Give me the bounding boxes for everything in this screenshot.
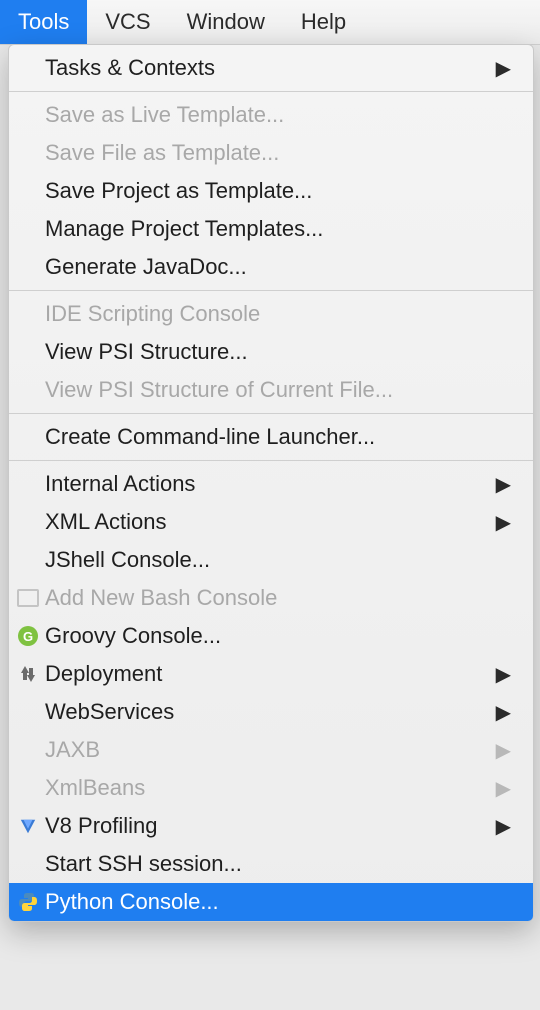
menubar-tools[interactable]: Tools <box>0 0 87 44</box>
menubar-window[interactable]: Window <box>169 0 283 44</box>
menu-create-cli-launcher-label: Create Command-line Launcher... <box>45 424 511 450</box>
submenu-arrow-icon: ▶ <box>496 472 511 497</box>
menubar-help[interactable]: Help <box>283 0 364 44</box>
deployment-icon <box>17 663 39 685</box>
menu-save-live-template: Save as Live Template... <box>9 96 533 134</box>
submenu-arrow-icon: ▶ <box>496 700 511 725</box>
menu-jaxb: JAXB ▶ <box>9 731 533 769</box>
menu-start-ssh[interactable]: Start SSH session... <box>9 845 533 883</box>
menu-webservices-label: WebServices <box>45 699 486 725</box>
menu-ide-scripting-console: IDE Scripting Console <box>9 295 533 333</box>
menu-tasks-contexts-label: Tasks & Contexts <box>45 55 486 81</box>
menu-separator <box>9 460 533 461</box>
menu-add-bash-console-label: Add New Bash Console <box>45 585 511 611</box>
submenu-arrow-icon: ▶ <box>496 56 511 81</box>
menu-internal-actions-label: Internal Actions <box>45 471 486 497</box>
menu-python-console-label: Python Console... <box>45 889 511 915</box>
menu-generate-javadoc-label: Generate JavaDoc... <box>45 254 511 280</box>
menu-xmlbeans: XmlBeans ▶ <box>9 769 533 807</box>
menu-v8-profiling-label: V8 Profiling <box>45 813 486 839</box>
menu-separator <box>9 290 533 291</box>
submenu-arrow-icon: ▶ <box>496 662 511 687</box>
submenu-arrow-icon: ▶ <box>496 814 511 839</box>
menu-deployment-label: Deployment <box>45 661 486 687</box>
menu-save-file-template: Save File as Template... <box>9 134 533 172</box>
menu-jaxb-label: JAXB <box>45 737 486 763</box>
menubar-tools-label: Tools <box>18 9 69 35</box>
menu-jshell-console-label: JShell Console... <box>45 547 511 573</box>
menu-view-psi-structure[interactable]: View PSI Structure... <box>9 333 533 371</box>
menu-v8-profiling[interactable]: V8 Profiling ▶ <box>9 807 533 845</box>
menu-add-bash-console: Add New Bash Console <box>9 579 533 617</box>
menu-separator <box>9 91 533 92</box>
menu-save-live-template-label: Save as Live Template... <box>45 102 511 128</box>
menubar-window-label: Window <box>187 9 265 35</box>
submenu-arrow-icon: ▶ <box>496 738 511 763</box>
menu-create-cli-launcher[interactable]: Create Command-line Launcher... <box>9 418 533 456</box>
menu-save-file-template-label: Save File as Template... <box>45 140 511 166</box>
menubar-vcs-label: VCS <box>105 9 150 35</box>
menu-xml-actions[interactable]: XML Actions ▶ <box>9 503 533 541</box>
menu-generate-javadoc[interactable]: Generate JavaDoc... <box>9 248 533 286</box>
menu-groovy-console[interactable]: G Groovy Console... <box>9 617 533 655</box>
menubar-vcs[interactable]: VCS <box>87 0 168 44</box>
groovy-icon: G <box>17 625 39 647</box>
menu-save-project-template-label: Save Project as Template... <box>45 178 511 204</box>
menu-internal-actions[interactable]: Internal Actions ▶ <box>9 465 533 503</box>
menu-view-psi-current: View PSI Structure of Current File... <box>9 371 533 409</box>
v8-icon <box>17 815 39 837</box>
menu-start-ssh-label: Start SSH session... <box>45 851 511 877</box>
python-icon <box>17 891 39 913</box>
menu-webservices[interactable]: WebServices ▶ <box>9 693 533 731</box>
menu-jshell-console[interactable]: JShell Console... <box>9 541 533 579</box>
menu-groovy-console-label: Groovy Console... <box>45 623 511 649</box>
menu-xmlbeans-label: XmlBeans <box>45 775 486 801</box>
groovy-icon-letter: G <box>18 626 38 646</box>
submenu-arrow-icon: ▶ <box>496 510 511 535</box>
terminal-icon <box>17 587 39 609</box>
menu-xml-actions-label: XML Actions <box>45 509 486 535</box>
tools-dropdown: Tasks & Contexts ▶ Save as Live Template… <box>8 44 534 922</box>
menu-view-psi-current-label: View PSI Structure of Current File... <box>45 377 511 403</box>
menu-save-project-template[interactable]: Save Project as Template... <box>9 172 533 210</box>
menubar: Tools VCS Window Help <box>0 0 540 45</box>
menu-view-psi-structure-label: View PSI Structure... <box>45 339 511 365</box>
submenu-arrow-icon: ▶ <box>496 776 511 801</box>
menu-manage-project-templates[interactable]: Manage Project Templates... <box>9 210 533 248</box>
menubar-help-label: Help <box>301 9 346 35</box>
menu-separator <box>9 413 533 414</box>
menu-python-console[interactable]: Python Console... <box>9 883 533 921</box>
menu-ide-scripting-console-label: IDE Scripting Console <box>45 301 511 327</box>
menu-manage-project-templates-label: Manage Project Templates... <box>45 216 511 242</box>
menu-tasks-contexts[interactable]: Tasks & Contexts ▶ <box>9 49 533 87</box>
menu-deployment[interactable]: Deployment ▶ <box>9 655 533 693</box>
